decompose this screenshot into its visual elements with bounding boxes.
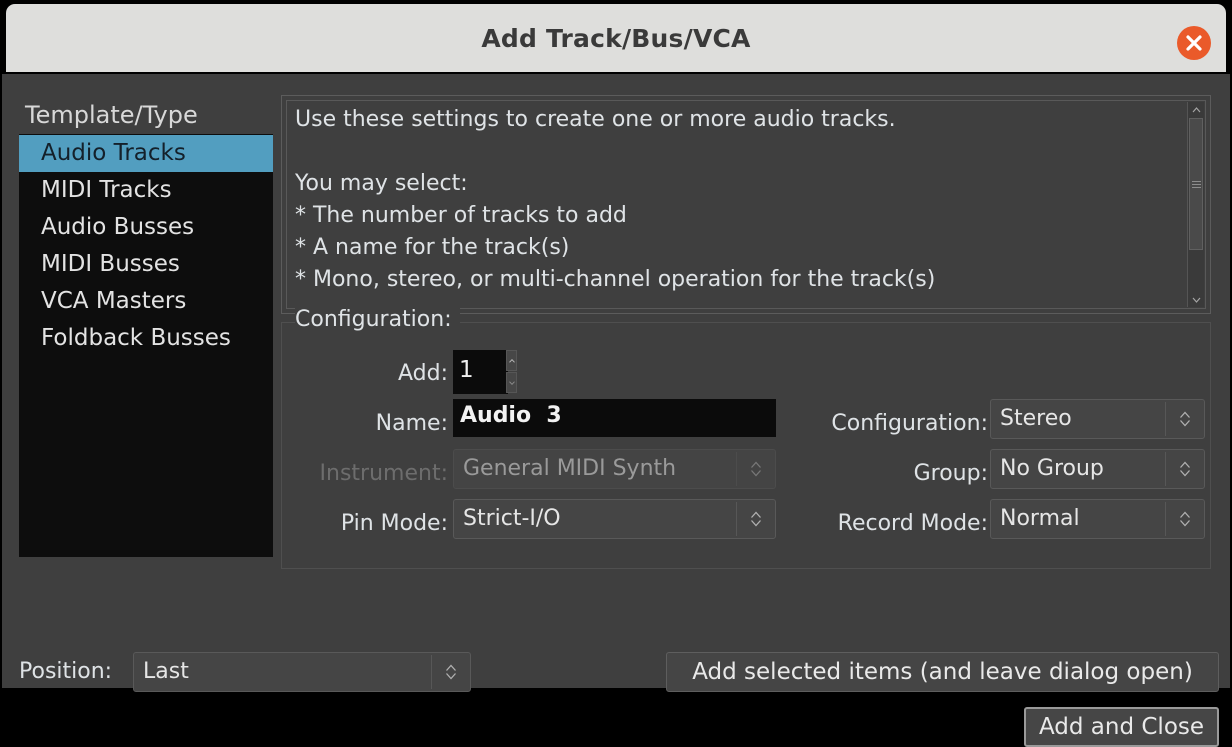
- configuration-legend: Configuration:: [295, 307, 460, 332]
- description-text-view: Use these settings to create one or more…: [286, 100, 1206, 309]
- add-selected-items-button[interactable]: Add selected items (and leave dialog ope…: [666, 652, 1219, 692]
- page-title: Add Track/Bus/VCA: [481, 24, 751, 53]
- position-select[interactable]: Last: [133, 652, 471, 692]
- pin-mode-value: Strict-I/O: [463, 506, 561, 531]
- template-type-sidebar: Template/Type Audio Tracks MIDI Tracks A…: [19, 96, 273, 557]
- instrument-select: General MIDI Synth: [453, 449, 776, 489]
- spin-up-icon[interactable]: [506, 350, 517, 371]
- configuration-rows: Add: 1 Name: Audio 3 Configuration: Ster…: [282, 349, 1210, 549]
- channel-configuration-label: Configuration:: [831, 411, 988, 436]
- sidebar-header: Template/Type: [25, 101, 198, 129]
- scrollbar-thumb[interactable]: [1189, 118, 1203, 250]
- group-value: No Group: [1000, 456, 1104, 481]
- chevron-updown-icon: [736, 502, 775, 536]
- chevron-up-icon[interactable]: [1188, 102, 1204, 117]
- configuration-group: Configuration: Add: 1 Name: Audio 3 Conf…: [281, 307, 1211, 569]
- add-label: Add:: [397, 361, 448, 386]
- description-text: Use these settings to create one or more…: [295, 107, 936, 292]
- record-mode-select[interactable]: Normal: [990, 499, 1205, 539]
- row-pin-mode: Pin Mode: Strict-I/O Record Mode: Normal: [282, 499, 1210, 549]
- name-input-value: Audio 3: [460, 403, 562, 428]
- sidebar-item-audio-busses[interactable]: Audio Busses: [19, 209, 273, 246]
- chevron-updown-icon: [736, 452, 775, 486]
- right-pane: Use these settings to create one or more…: [281, 95, 1211, 569]
- add-count-stepper[interactable]: 1: [453, 350, 517, 394]
- chevron-down-icon[interactable]: [1188, 292, 1204, 307]
- description-scrollbar[interactable]: [1187, 102, 1204, 307]
- sidebar-item-vca-masters[interactable]: VCA Masters: [19, 283, 273, 320]
- pin-mode-label: Pin Mode:: [340, 511, 448, 536]
- row-name: Name: Audio 3 Configuration: Stereo: [282, 399, 1210, 449]
- record-mode-label: Record Mode:: [837, 511, 988, 536]
- chevron-updown-icon: [431, 655, 470, 689]
- sidebar-item-midi-tracks[interactable]: MIDI Tracks: [19, 172, 273, 209]
- add-count-value: 1: [459, 357, 474, 383]
- sidebar-item-midi-busses[interactable]: MIDI Busses: [19, 246, 273, 283]
- group-select[interactable]: No Group: [990, 449, 1205, 489]
- row-add: Add: 1: [282, 349, 1210, 399]
- chevron-updown-icon: [1165, 452, 1204, 486]
- dialog-body: Template/Type Audio Tracks MIDI Tracks A…: [2, 74, 1230, 747]
- chevron-updown-icon: [1165, 402, 1204, 436]
- position-value: Last: [143, 659, 189, 684]
- row-instrument: Instrument: General MIDI Synth Group: No…: [282, 449, 1210, 499]
- record-mode-value: Normal: [1000, 506, 1080, 531]
- template-type-list[interactable]: Audio Tracks MIDI Tracks Audio Busses MI…: [19, 134, 273, 557]
- add-and-close-button[interactable]: Add and Close: [1024, 707, 1219, 747]
- title-bar: Add Track/Bus/VCA: [6, 4, 1226, 72]
- group-label: Group:: [913, 461, 988, 486]
- sidebar-item-audio-tracks[interactable]: Audio Tracks: [19, 135, 273, 172]
- spin-down-icon[interactable]: [506, 372, 517, 393]
- chevron-updown-icon: [1165, 502, 1204, 536]
- close-icon[interactable]: [1177, 26, 1211, 60]
- pin-mode-select[interactable]: Strict-I/O: [453, 499, 776, 539]
- description-frame: Use these settings to create one or more…: [281, 95, 1211, 314]
- channel-configuration-value: Stereo: [1000, 406, 1072, 431]
- scrollbar-grip-icon: [1191, 179, 1201, 190]
- add-count-stepper-buttons: [506, 350, 517, 394]
- sidebar-item-foldback-busses[interactable]: Foldback Busses: [19, 320, 273, 357]
- instrument-value: General MIDI Synth: [463, 456, 677, 481]
- position-label: Position:: [19, 659, 113, 684]
- instrument-label: Instrument:: [319, 461, 448, 486]
- name-label: Name:: [375, 411, 448, 436]
- add-track-dialog: Add Track/Bus/VCA Template/Type Audio Tr…: [0, 0, 1232, 747]
- name-input[interactable]: Audio 3: [453, 399, 776, 437]
- channel-configuration-select[interactable]: Stereo: [990, 399, 1205, 439]
